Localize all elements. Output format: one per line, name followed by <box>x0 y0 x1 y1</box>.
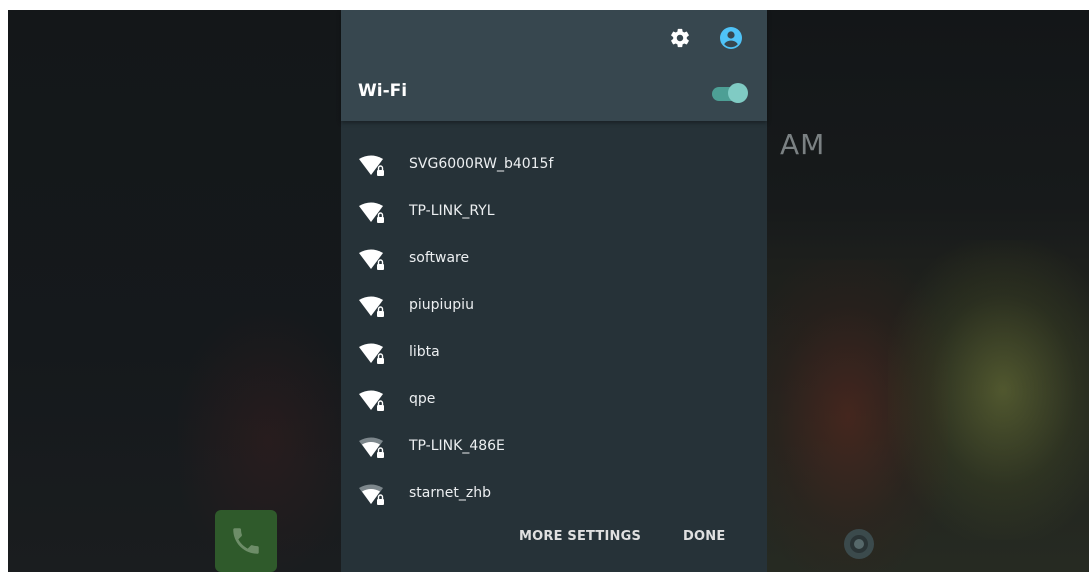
wallpaper-glow <box>888 240 1089 540</box>
wifi-network-name: TP-LINK_486E <box>409 438 505 454</box>
wifi-lock-icon <box>359 249 384 270</box>
more-settings-button[interactable]: MORE SETTINGS <box>519 529 641 544</box>
wifi-lock-icon <box>359 155 384 176</box>
camera-app-icon[interactable] <box>828 515 890 572</box>
wifi-network-name: libta <box>409 344 440 360</box>
wifi-lock-icon <box>359 202 384 223</box>
gear-icon[interactable] <box>668 26 692 50</box>
quick-settings-panel: Wi-Fi SVG6000RW_b4015f TP-LINK_RYL softw… <box>341 10 767 572</box>
wifi-network-name: piupiupiu <box>409 297 474 313</box>
home-clock: AM <box>780 128 826 161</box>
account-circle-icon[interactable] <box>719 26 743 50</box>
panel-header: Wi-Fi <box>341 10 767 121</box>
wifi-network-item[interactable]: TP-LINK_486E <box>341 425 767 472</box>
toggle-thumb <box>728 83 748 103</box>
wifi-lock-icon <box>359 296 384 317</box>
wifi-network-name: SVG6000RW_b4015f <box>409 156 554 172</box>
wifi-network-name: software <box>409 250 470 266</box>
wifi-network-item[interactable]: piupiupiu <box>341 284 767 331</box>
wifi-network-list: SVG6000RW_b4015f TP-LINK_RYL software pi… <box>341 143 767 519</box>
wifi-network-name: TP-LINK_RYL <box>409 203 495 219</box>
wifi-title: Wi-Fi <box>358 81 408 101</box>
screen: AM Wi-Fi SVG6000RW_b4015f TP-LINK_RYL so… <box>8 10 1089 572</box>
wifi-network-item[interactable]: software <box>341 237 767 284</box>
wifi-lock-icon <box>359 390 384 411</box>
wifi-network-item[interactable]: starnet_zhb <box>341 472 767 519</box>
wifi-lock-icon <box>359 484 384 505</box>
done-button[interactable]: DONE <box>683 529 725 544</box>
wifi-network-name: qpe <box>409 391 436 407</box>
wifi-network-name: starnet_zhb <box>409 485 491 501</box>
wifi-network-item[interactable]: qpe <box>341 378 767 425</box>
wifi-network-item[interactable]: SVG6000RW_b4015f <box>341 143 767 190</box>
wifi-network-item[interactable]: libta <box>341 331 767 378</box>
wifi-lock-icon <box>359 343 384 364</box>
phone-app-icon[interactable] <box>215 510 277 572</box>
wifi-lock-icon <box>359 437 384 458</box>
wifi-network-item[interactable]: TP-LINK_RYL <box>341 190 767 237</box>
wifi-toggle[interactable] <box>712 82 748 104</box>
